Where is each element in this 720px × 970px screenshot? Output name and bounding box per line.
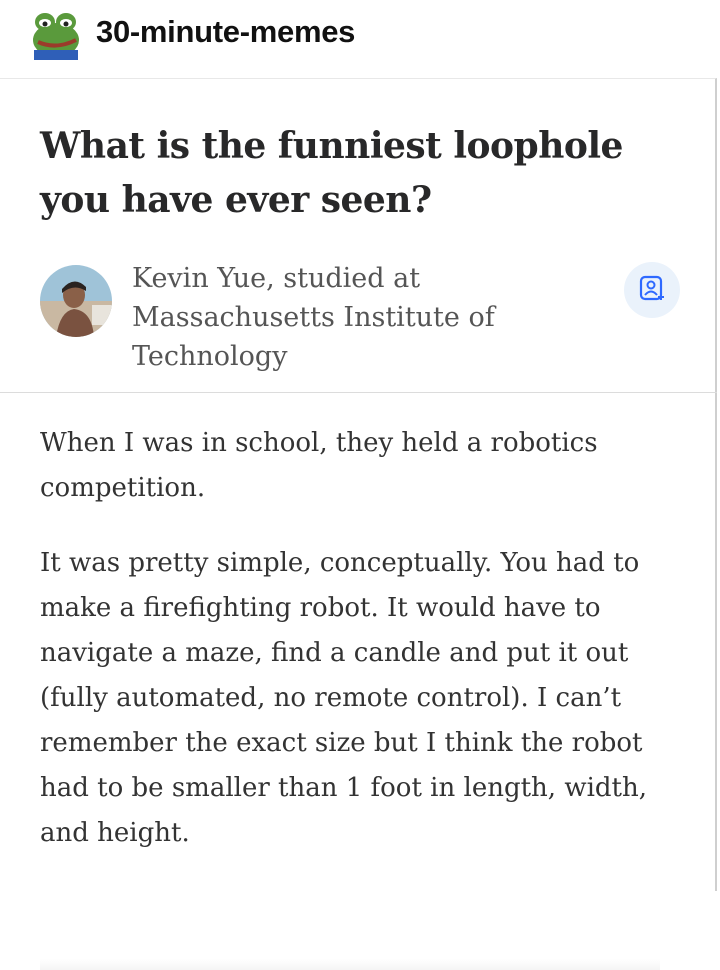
blog-header: 30-minute-memes — [0, 0, 720, 78]
answer-card: What is the funniest loophole you have e… — [0, 78, 717, 970]
answer-paragraph: It was pretty simple, conceptually. You … — [40, 548, 647, 848]
follow-author-button[interactable] — [624, 262, 680, 318]
pepe-frog-icon[interactable] — [30, 10, 82, 60]
blog-name[interactable]: 30-minute-memes — [96, 14, 355, 50]
answer-paragraph: When I was in school, they held a roboti… — [40, 428, 598, 503]
author-avatar[interactable] — [40, 265, 112, 337]
add-person-icon — [638, 274, 666, 307]
author-credential[interactable]: Kevin Yue, studied at Massachusetts Inst… — [132, 259, 562, 376]
question-title[interactable]: What is the funniest loophole you have e… — [40, 119, 690, 227]
answer-body: When I was in school, they held a roboti… — [40, 421, 685, 886]
truncated-content-fade — [40, 959, 660, 970]
divider — [0, 392, 717, 393]
